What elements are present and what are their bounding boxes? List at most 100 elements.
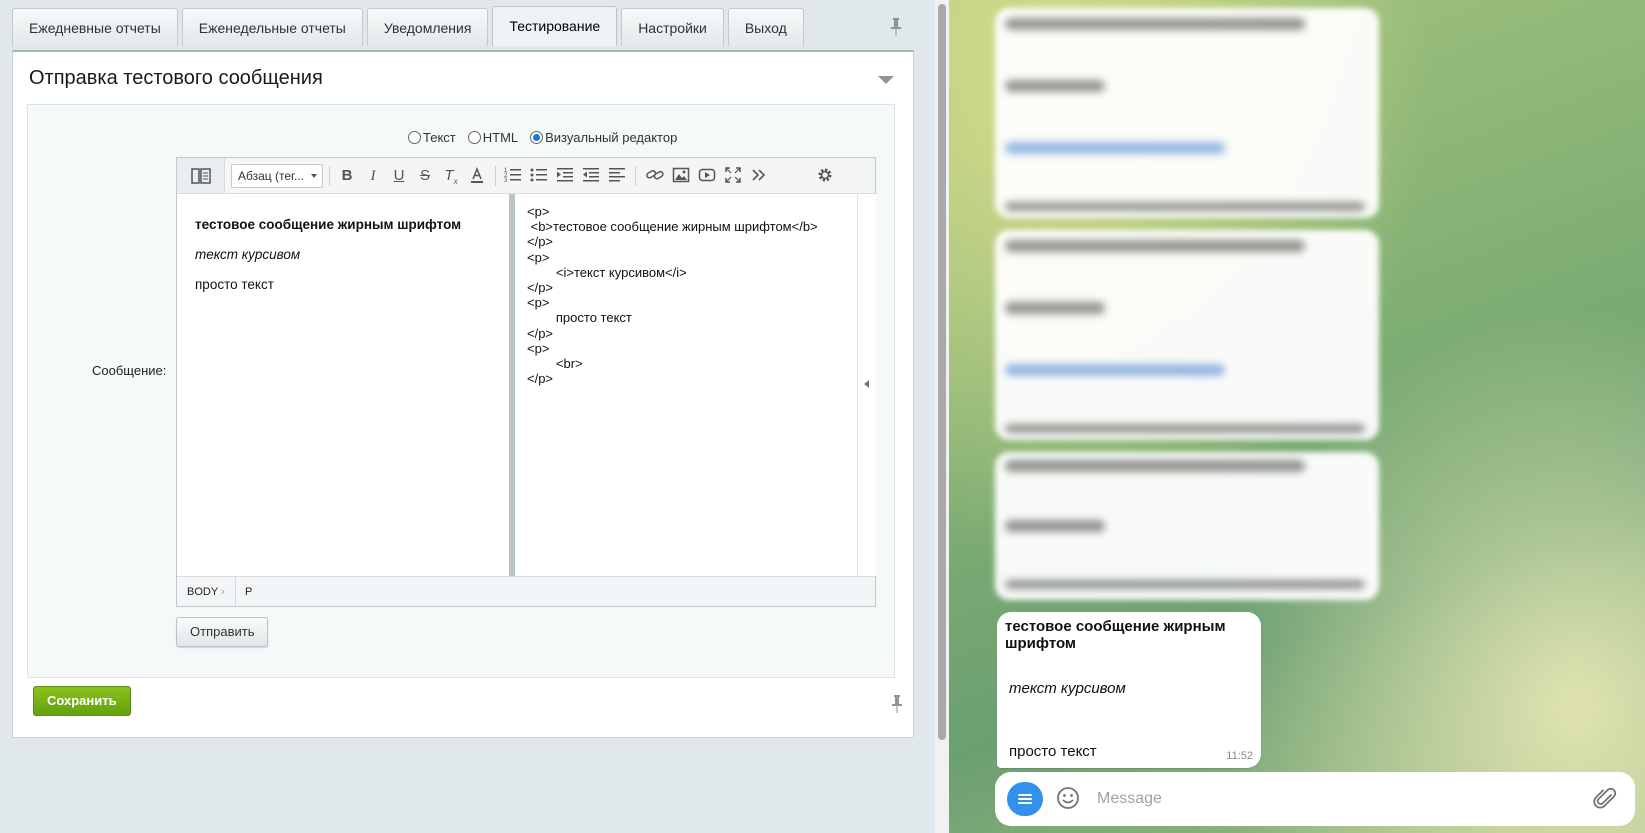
radio-visual-editor[interactable]: Визуальный редактор	[530, 130, 677, 145]
source-collapse-handle[interactable]	[857, 194, 876, 576]
align-button[interactable]	[607, 166, 627, 186]
admin-panel: Ежедневные отчеты Еженедельные отчеты Ув…	[0, 0, 935, 833]
fullscreen-button[interactable]	[723, 166, 743, 186]
message-plain-line: просто текст	[1009, 743, 1097, 760]
image-icon	[672, 167, 690, 183]
visual-bold-line[interactable]: тестовое сообщение жирным шрифтом	[195, 216, 491, 233]
tab-testing[interactable]: Тестирование	[492, 6, 618, 46]
visual-plain-line[interactable]: просто текст	[195, 276, 491, 293]
more-icon	[752, 169, 766, 181]
radio-text-dot[interactable]	[408, 131, 421, 144]
send-button[interactable]: Отправить	[176, 617, 269, 647]
source-line[interactable]: </p>	[527, 371, 845, 386]
strikethrough-icon: S	[419, 167, 430, 184]
ordered-list-icon: 1 2 3	[504, 168, 521, 184]
clear-format-button[interactable]: Tx	[441, 166, 461, 186]
html-source-area[interactable]: <p> <b>тестовое сообщение жирным шрифтом…	[515, 194, 857, 576]
settings-icon	[818, 168, 832, 182]
underline-button[interactable]: U	[389, 166, 409, 186]
blurred-message	[995, 452, 1379, 600]
source-line[interactable]: <p>	[527, 341, 845, 356]
paragraph-style-value: Абзац (тег...	[238, 169, 304, 183]
scrollbar-thumb[interactable]	[938, 4, 946, 740]
message-input[interactable]	[1095, 782, 1565, 816]
link-button[interactable]	[645, 166, 665, 186]
video-icon	[698, 168, 716, 182]
chat-message-bubble[interactable]: тестовое сообщение жирным шрифтом текст …	[997, 612, 1261, 768]
save-button[interactable]: Сохранить	[33, 686, 131, 716]
visual-editor-area[interactable]: тестовое сообщение жирным шрифтом текст …	[177, 194, 509, 576]
more-button[interactable]	[749, 166, 769, 186]
source-line[interactable]: <i>текст курсивом</i>	[527, 265, 845, 280]
bold-button[interactable]: B	[337, 166, 357, 186]
visual-italic-line[interactable]: текст курсивом	[195, 246, 491, 263]
radio-visual-editor-label: Визуальный редактор	[545, 130, 678, 145]
source-line[interactable]: <b>тестовое сообщение жирным шрифтом</b>	[527, 219, 845, 234]
wysiwyg-editor: Абзац (тег... B I U S Tx 1 2 3 тестовое …	[176, 157, 876, 607]
link-icon	[646, 170, 664, 180]
radio-html-dot[interactable]	[467, 131, 481, 144]
paperclip-icon[interactable]	[1593, 786, 1617, 812]
breadcrumb-body[interactable]: BODY ›	[187, 586, 225, 598]
page-scrollbar[interactable]	[935, 0, 949, 833]
message-italic-line: текст курсивом	[1009, 680, 1126, 697]
text-color-icon	[471, 166, 483, 183]
test-message-section: Отправка тестового сообщения Текст HTML …	[12, 50, 914, 738]
strikethrough-button[interactable]: S	[415, 166, 435, 186]
radio-text[interactable]: Текст	[408, 130, 456, 145]
text-color-button[interactable]	[467, 166, 487, 186]
source-line[interactable]: </p>	[527, 280, 845, 295]
tab-bar: Ежедневные отчеты Еженедельные отчеты Ув…	[12, 6, 804, 46]
settings-button[interactable]	[815, 166, 835, 186]
source-line[interactable]: <p>	[527, 250, 845, 265]
toolbar-divider	[495, 166, 496, 186]
source-line[interactable]: <br>	[527, 356, 845, 371]
radio-html-label: HTML	[482, 130, 519, 145]
menu-icon	[1018, 794, 1032, 804]
indent-icon	[557, 168, 573, 182]
mode-toggle-button[interactable]	[177, 158, 225, 193]
pin-icon[interactable]	[890, 18, 902, 36]
clear-format-icon: Tx	[444, 167, 458, 186]
video-button[interactable]	[697, 166, 717, 186]
message-time: 11:52	[1226, 750, 1253, 762]
radio-visual-editor-dot[interactable]	[530, 131, 544, 144]
tab-logout[interactable]: Выход	[727, 8, 804, 46]
unordered-list-button[interactable]	[529, 166, 549, 186]
radio-text-label: Текст	[423, 130, 456, 145]
italic-button[interactable]: I	[363, 166, 383, 186]
collapse-triangle-icon[interactable]	[877, 74, 895, 86]
emoji-icon[interactable]	[1055, 785, 1081, 811]
breadcrumb-p[interactable]: P	[245, 586, 252, 598]
blurred-message	[995, 230, 1379, 440]
outdent-button[interactable]	[581, 166, 601, 186]
mode-toggle-icon	[191, 168, 211, 184]
ordered-list-button[interactable]: 1 2 3	[503, 166, 523, 186]
telegram-chat: тестовое сообщение жирным шрифтом текст …	[949, 0, 1645, 833]
image-button[interactable]	[671, 166, 691, 186]
toolbar-divider	[329, 166, 330, 186]
italic-icon: I	[370, 168, 376, 184]
editor-statusbar: BODY › P	[177, 576, 875, 606]
source-line[interactable]: </p>	[527, 234, 845, 249]
tab-daily-reports[interactable]: Ежедневные отчеты	[12, 8, 178, 46]
bold-icon: B	[341, 167, 353, 184]
paragraph-style-select[interactable]: Абзац (тег...	[231, 164, 323, 188]
format-radio-group: Текст HTML Визуальный редактор	[408, 130, 677, 145]
unordered-list-icon	[530, 168, 547, 182]
breadcrumb-divider	[235, 577, 236, 606]
indent-button[interactable]	[555, 166, 575, 186]
bot-menu-button[interactable]	[1007, 782, 1043, 816]
align-icon	[609, 168, 625, 182]
source-line[interactable]: </p>	[527, 326, 845, 341]
tab-weekly-reports[interactable]: Еженедельные отчеты	[181, 8, 363, 46]
message-bold-line: тестовое сообщение жирным шрифтом	[1005, 618, 1226, 652]
source-line[interactable]: просто текст	[527, 310, 845, 325]
tab-settings[interactable]: Настройки	[621, 8, 724, 46]
source-line[interactable]: <p>	[527, 204, 845, 219]
tab-notifications[interactable]: Уведомления	[366, 8, 489, 46]
source-line[interactable]: <p>	[527, 295, 845, 310]
pin-icon[interactable]	[891, 695, 903, 713]
radio-html[interactable]: HTML	[467, 130, 519, 145]
toolbar-divider	[635, 166, 636, 186]
